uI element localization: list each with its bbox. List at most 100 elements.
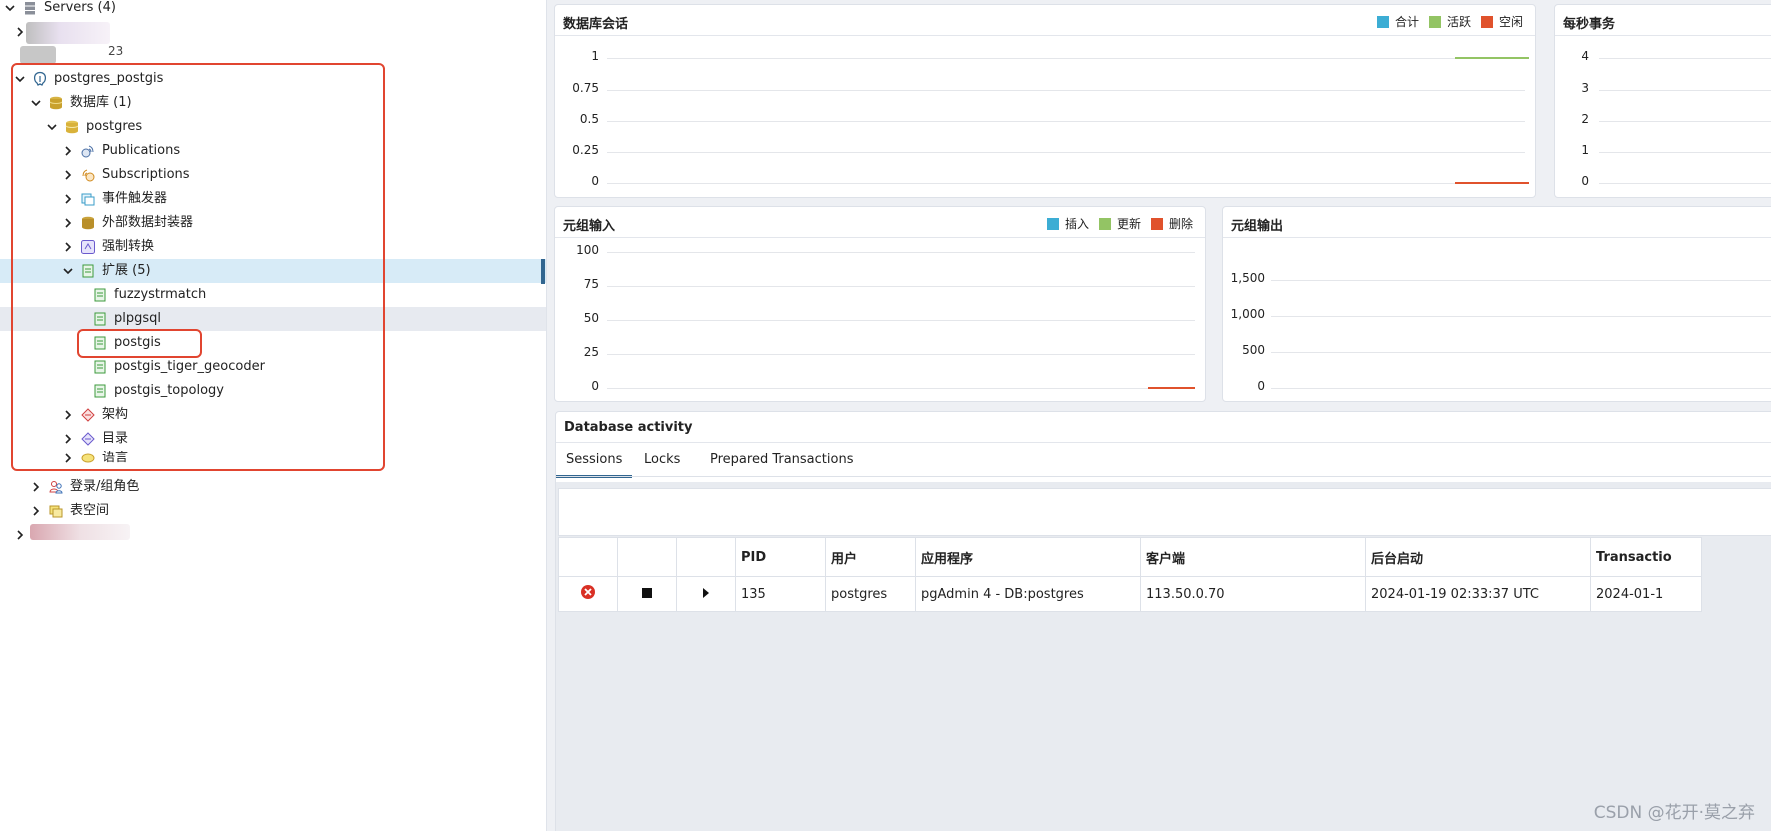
y-tick-label: 0.5 [579, 112, 599, 126]
series-idle-line [1455, 182, 1529, 184]
tab-prepared-transactions[interactable]: Prepared Transactions [704, 447, 859, 475]
cell-client: 113.50.0.70 [1140, 576, 1366, 612]
annotation-box-server [11, 63, 385, 471]
redacted-server-fragment: 23 [108, 44, 124, 58]
legend-label: 空闲 [1498, 15, 1523, 29]
expand-row-button[interactable] [676, 576, 736, 612]
chart-title: 每秒事务 [1563, 17, 1616, 32]
y-tick-label: 1 [591, 49, 599, 63]
cell-backend-start: 2024-01-19 02:33:37 UTC [1365, 576, 1591, 612]
tree-label: Servers (4) [44, 0, 116, 15]
legend-swatch-active [1428, 15, 1441, 28]
y-tick-label: 0 [591, 174, 599, 188]
column-header-pid[interactable]: PID [735, 537, 826, 577]
y-tick-label: 4 [1581, 49, 1589, 63]
caret-right-icon[interactable] [702, 587, 710, 598]
y-tick-label: 1,500 [1230, 271, 1265, 285]
sessions-grid-area: PID 用户 应用程序 客户端 后台启动 Transactio 135 post… [556, 482, 1771, 831]
y-tick-label: 2 [1581, 112, 1589, 126]
chevron-right-icon[interactable] [30, 505, 42, 517]
y-tick-label: 0 [591, 379, 599, 393]
legend-swatch-total [1376, 15, 1389, 28]
y-tick-label: 50 [583, 311, 599, 325]
tree-node-login-roles[interactable]: 登录/组角色 [30, 475, 139, 499]
table-header-row: PID 用户 应用程序 客户端 后台启动 Transactio [558, 537, 1702, 577]
chart-legend: 合计 活跃 空闲 [1376, 13, 1527, 30]
chevron-right-icon[interactable] [14, 529, 26, 541]
y-tick-label: 0 [1581, 174, 1589, 188]
stop-icon[interactable] [642, 587, 652, 598]
column-header-transaction[interactable]: Transactio [1590, 537, 1702, 577]
watermark: CSDN @花开·莫之弃 [1593, 803, 1755, 823]
grid-line [1599, 183, 1771, 184]
column-header-terminate [558, 537, 618, 577]
grid-line [1599, 58, 1771, 59]
column-header-user[interactable]: 用户 [825, 537, 916, 577]
legend-swatch-insert [1046, 217, 1059, 230]
grid-line [1271, 280, 1771, 281]
tab-sessions[interactable]: Sessions [556, 447, 633, 478]
legend-label: 更新 [1116, 217, 1141, 231]
tree-node-servers[interactable]: Servers (4) [4, 0, 116, 20]
cell-user: postgres [825, 576, 916, 612]
y-tick-label: 3 [1581, 81, 1589, 95]
cell-transaction: 2024-01-1 [1590, 576, 1702, 612]
cell-application: pgAdmin 4 - DB:postgres [915, 576, 1141, 612]
y-tick-label: 1,000 [1230, 307, 1265, 321]
grid-toolbar [558, 488, 1771, 536]
dashboard: 数据库会话 合计 活跃 空闲 1 0.75 0.5 0.25 0 每秒事务 4 … [547, 0, 1771, 831]
chevron-down-icon[interactable] [4, 2, 16, 14]
legend-label: 删除 [1168, 217, 1193, 231]
grid-line [1271, 388, 1771, 389]
redacted-server-name [30, 524, 130, 540]
tree-label: 登录/组角色 [70, 479, 140, 494]
y-tick-label: 25 [583, 345, 599, 359]
grid-line [607, 354, 1195, 355]
legend-label: 活跃 [1446, 15, 1471, 29]
y-tick-label: 0.75 [572, 81, 599, 95]
column-header-application[interactable]: 应用程序 [915, 537, 1141, 577]
y-tick-label: 75 [583, 277, 599, 291]
chevron-right-icon[interactable] [14, 26, 26, 38]
legend-label: 插入 [1064, 217, 1089, 231]
column-header-client[interactable]: 客户端 [1140, 537, 1366, 577]
chart-title: 元组输出 [1231, 219, 1284, 234]
grid-line [1599, 90, 1771, 91]
grid-line [607, 320, 1195, 321]
terminate-session-button[interactable] [558, 576, 618, 612]
divider [556, 442, 1771, 443]
chart-database-sessions: 数据库会话 合计 活跃 空闲 1 0.75 0.5 0.25 0 [554, 4, 1536, 198]
cell-pid: 135 [735, 576, 826, 612]
chart-title: 数据库会话 [563, 17, 629, 32]
chart-legend: 插入 更新 删除 [1046, 215, 1197, 232]
tree-node-tablespaces[interactable]: 表空间 [30, 499, 109, 523]
cancel-query-button[interactable] [617, 576, 677, 612]
series-active-line [1455, 57, 1529, 59]
chevron-right-icon[interactable] [30, 481, 42, 493]
grid-line [1599, 121, 1771, 122]
grid-line [607, 252, 1195, 253]
servers-icon [22, 0, 38, 16]
panel-title: Database activity [564, 420, 693, 435]
chart-tuples-in: 元组输入 插入 更新 删除 100 75 50 25 0 [554, 206, 1206, 402]
y-tick-label: 0.25 [572, 143, 599, 157]
database-activity-panel: Database activity Sessions Locks Prepare… [555, 411, 1771, 831]
chart-tuples-out: 元组输出 1,500 1,000 500 0 [1222, 206, 1771, 402]
chart-header [1223, 207, 1771, 238]
y-tick-label: 500 [1242, 343, 1265, 357]
grid-line [607, 90, 1525, 91]
column-header-backend-start[interactable]: 后台启动 [1365, 537, 1591, 577]
legend-swatch-update [1098, 217, 1111, 230]
table-row[interactable]: 135 postgres pgAdmin 4 - DB:postgres 113… [558, 576, 1702, 612]
sessions-table: PID 用户 应用程序 客户端 后台启动 Transactio 135 post… [558, 537, 1702, 612]
tab-locks[interactable]: Locks [638, 447, 686, 475]
grid-line [607, 388, 1195, 389]
grid-line [607, 286, 1195, 287]
chart-title: 元组输入 [563, 219, 616, 234]
series-delete-line [1148, 387, 1195, 389]
legend-label: 合计 [1394, 15, 1419, 29]
chart-transactions-per-second: 每秒事务 4 3 2 1 0 [1554, 4, 1771, 198]
selection-marker [541, 259, 545, 284]
divider [556, 476, 1771, 477]
close-circle-icon[interactable] [580, 584, 596, 600]
